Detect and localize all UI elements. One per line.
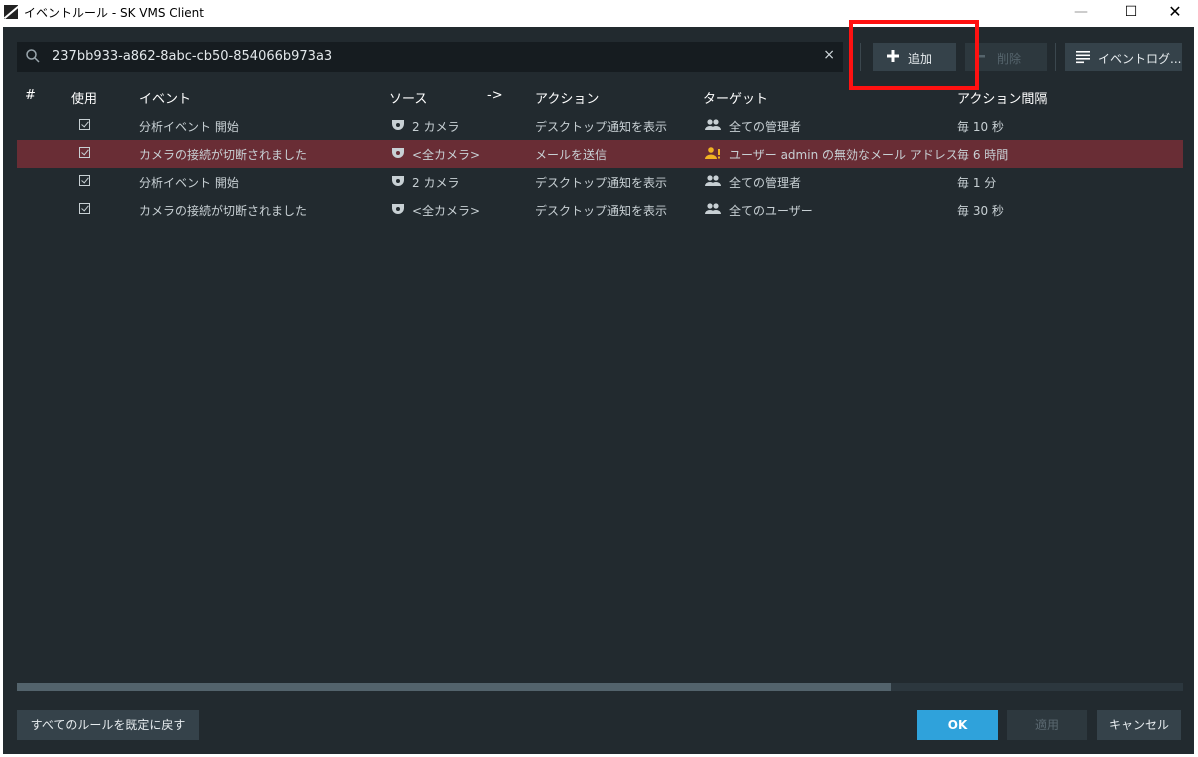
- action-cell: メールを送信: [535, 148, 608, 162]
- window-title: イベントルール - SK VMS Client: [24, 6, 204, 20]
- apply-button[interactable]: 適用: [1007, 710, 1087, 740]
- users-icon: [705, 203, 721, 214]
- target-cell: 全ての管理者: [729, 120, 802, 134]
- checkbox-checked-icon[interactable]: [79, 175, 90, 186]
- target-cell: 全てのユーザー: [729, 204, 813, 218]
- event-cell: 分析イベント 開始: [139, 120, 239, 134]
- search-icon: [26, 49, 40, 63]
- list-icon: [1076, 51, 1090, 64]
- camera-icon: [392, 204, 404, 214]
- source-cell: 2 カメラ: [412, 176, 460, 190]
- user-warning-icon: [705, 147, 720, 159]
- event-rules-dialog: 237bb933-a862-8abc-cb50-854066b973a3 × 追…: [3, 20, 1194, 754]
- action-cell: デスクトップ通知を表示: [535, 120, 668, 134]
- camera-icon: [392, 120, 404, 130]
- target-cell: ユーザー admin の無効なメール アドレス: [729, 148, 958, 162]
- reset-rules-button[interactable]: すべてのルールを既定に戻す: [17, 710, 199, 740]
- ok-button[interactable]: OK: [917, 710, 998, 740]
- search-field[interactable]: 237bb933-a862-8abc-cb50-854066b973a3 ×: [17, 42, 843, 72]
- source-cell: <全カメラ>: [412, 148, 481, 162]
- title-bar: イベントルール - SK VMS Client — ☐ ✕: [0, 0, 1198, 26]
- event-log-button-label: イベントログ...: [1098, 52, 1182, 66]
- users-icon: [705, 119, 721, 130]
- horizontal-scrollbar[interactable]: [17, 683, 1183, 691]
- table-row-selected[interactable]: カメラの接続が切断されました <全カメラ> メールを送信 ユーザー admin …: [17, 140, 1183, 168]
- highlight-box: [849, 20, 979, 90]
- action-cell: デスクトップ通知を表示: [535, 176, 668, 190]
- clear-search-button[interactable]: ×: [823, 47, 835, 63]
- column-event[interactable]: イベント: [139, 88, 191, 107]
- source-cell: <全カメラ>: [412, 204, 481, 218]
- event-cell: カメラの接続が切断されました: [139, 204, 308, 218]
- close-button[interactable]: ✕: [1158, 0, 1192, 26]
- maximize-button[interactable]: ☐: [1114, 0, 1148, 26]
- column-number[interactable]: #: [25, 88, 36, 103]
- checkbox-checked-icon[interactable]: [79, 119, 90, 130]
- event-log-button[interactable]: イベントログ...: [1065, 43, 1182, 71]
- table-row[interactable]: 分析イベント 開始 2 カメラ デスクトップ通知を表示 全ての管理者 毎 10 …: [17, 112, 1183, 140]
- interval-cell: 毎 6 時間: [957, 148, 1009, 162]
- interval-cell: 毎 30 秒: [957, 204, 1004, 218]
- search-input[interactable]: 237bb933-a862-8abc-cb50-854066b973a3: [52, 49, 332, 64]
- column-interval[interactable]: アクション間隔: [957, 88, 1047, 107]
- scrollbar-thumb[interactable]: [17, 683, 891, 691]
- interval-cell: 毎 1 分: [957, 176, 997, 190]
- event-cell: 分析イベント 開始: [139, 176, 239, 190]
- table-row[interactable]: 分析イベント 開始 2 カメラ デスクトップ通知を表示 全ての管理者 毎 1 分: [17, 168, 1183, 196]
- interval-cell: 毎 10 秒: [957, 120, 1004, 134]
- delete-button-label: 削除: [997, 52, 1022, 66]
- checkbox-checked-icon[interactable]: [79, 147, 90, 158]
- toolbar-divider: [1055, 43, 1056, 71]
- cancel-button[interactable]: キャンセル: [1097, 710, 1181, 740]
- column-target[interactable]: ターゲット: [703, 88, 768, 107]
- action-cell: デスクトップ通知を表示: [535, 204, 668, 218]
- camera-icon: [392, 176, 404, 186]
- column-action[interactable]: アクション: [535, 88, 599, 107]
- column-arrow[interactable]: ->: [487, 88, 503, 103]
- minimize-button[interactable]: —: [1064, 0, 1098, 26]
- users-icon: [705, 175, 721, 186]
- target-cell: 全ての管理者: [729, 176, 802, 190]
- app-logo-icon: [4, 5, 18, 19]
- column-source[interactable]: ソース: [389, 88, 427, 107]
- source-cell: 2 カメラ: [412, 120, 460, 134]
- event-cell: カメラの接続が切断されました: [139, 148, 308, 162]
- table-header: # 使用 イベント ソース -> アクション ターゲット アクション間隔: [3, 84, 1194, 110]
- column-enabled[interactable]: 使用: [71, 88, 97, 107]
- checkbox-checked-icon[interactable]: [79, 203, 90, 214]
- camera-icon: [392, 148, 404, 158]
- table-row[interactable]: カメラの接続が切断されました <全カメラ> デスクトップ通知を表示 全てのユーザ…: [17, 196, 1183, 224]
